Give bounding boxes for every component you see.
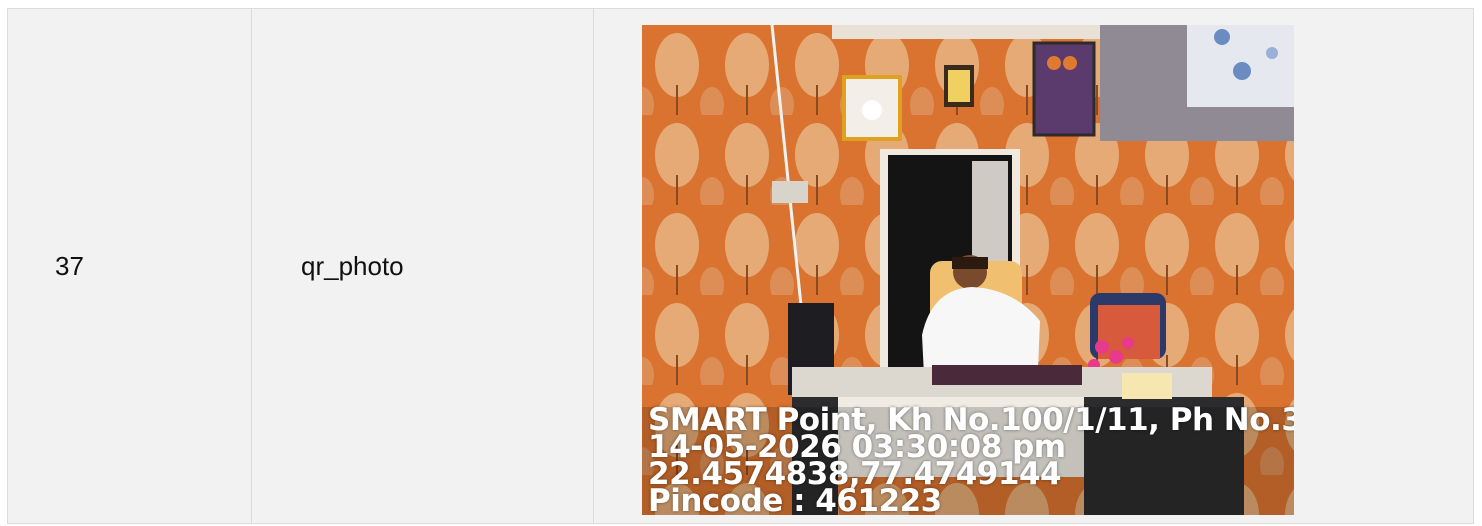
data-table: 37 qr_photo SMART Point, Kh No.100/1/11,… [7,8,1474,524]
field-name: qr_photo [301,250,404,281]
row-index-cell: 37 [8,9,252,523]
qr-photo-image[interactable]: SMART Point, Kh No.100/1/11, Ph No.30, W… [642,25,1294,515]
photo-cell: SMART Point, Kh No.100/1/11, Ph No.30, W… [594,9,1473,523]
field-name-cell: qr_photo [252,9,594,523]
stamp-pincode: Pincode : 461223 [648,483,942,516]
row-index: 37 [55,250,84,281]
photo-stamp: SMART Point, Kh No.100/1/11, Ph No.30, W… [648,405,1294,516]
table-row: 37 qr_photo SMART Point, Kh No.100/1/11,… [8,9,1473,523]
